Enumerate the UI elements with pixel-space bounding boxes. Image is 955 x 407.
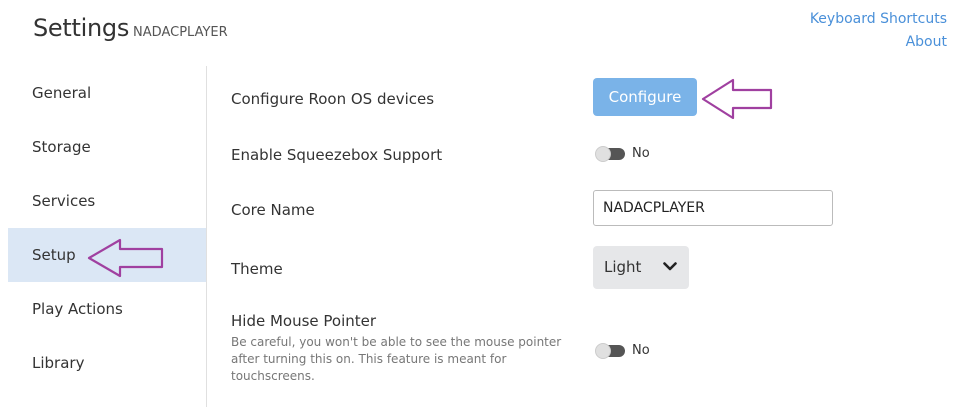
sidebar-item-general[interactable]: General — [8, 66, 206, 120]
sidebar-item-label: Setup — [32, 246, 76, 264]
hide-mouse-pointer-toggle-label: No — [632, 343, 650, 358]
hide-mouse-pointer-toggle[interactable]: No — [595, 342, 655, 360]
configure-button[interactable]: Configure — [593, 78, 697, 116]
page-title: Settings NADACPLAYER — [33, 14, 228, 42]
header: Settings NADACPLAYER Keyboard Shortcuts A… — [0, 0, 955, 62]
sidebar-item-label: Services — [32, 192, 96, 210]
about-link[interactable]: About — [810, 31, 947, 54]
hide-mouse-pointer-label: Hide Mouse Pointer — [231, 312, 377, 330]
sidebar-item-library[interactable]: Library — [8, 336, 206, 390]
header-links: Keyboard Shortcuts About — [810, 8, 947, 54]
toggle-knob — [595, 146, 611, 162]
configure-roon-label: Configure Roon OS devices — [231, 90, 435, 108]
sidebar-item-label: Library — [32, 354, 85, 372]
theme-select-value: Light — [604, 258, 642, 276]
squeezebox-toggle[interactable]: No — [595, 145, 655, 163]
sidebar-item-label: Play Actions — [32, 300, 123, 318]
page-subtitle: NADACPLAYER — [133, 25, 228, 40]
sidebar-item-label: Storage — [32, 138, 91, 156]
setup-panel: Configure Roon OS devices Configure Enab… — [207, 66, 955, 407]
hide-mouse-pointer-description: Be careful, you won't be able to see the… — [231, 335, 562, 383]
sidebar-item-services[interactable]: Services — [8, 174, 206, 228]
core-name-label: Core Name — [231, 201, 315, 219]
keyboard-shortcuts-link[interactable]: Keyboard Shortcuts — [810, 8, 947, 31]
theme-select[interactable]: Light — [593, 246, 689, 289]
squeezebox-label: Enable Squeezebox Support — [231, 146, 443, 164]
squeezebox-toggle-label: No — [632, 146, 650, 161]
sidebar-item-label: General — [32, 84, 92, 102]
sidebar-item-storage[interactable]: Storage — [8, 120, 206, 174]
sidebar-item-play-actions[interactable]: Play Actions — [8, 282, 206, 336]
page-title-text: Settings — [33, 14, 130, 42]
left-arrow-icon — [87, 238, 164, 278]
core-name-input[interactable] — [593, 190, 833, 226]
theme-label: Theme — [231, 260, 283, 278]
chevron-down-icon — [663, 262, 677, 271]
toggle-knob — [595, 343, 611, 359]
left-arrow-icon — [701, 78, 773, 120]
